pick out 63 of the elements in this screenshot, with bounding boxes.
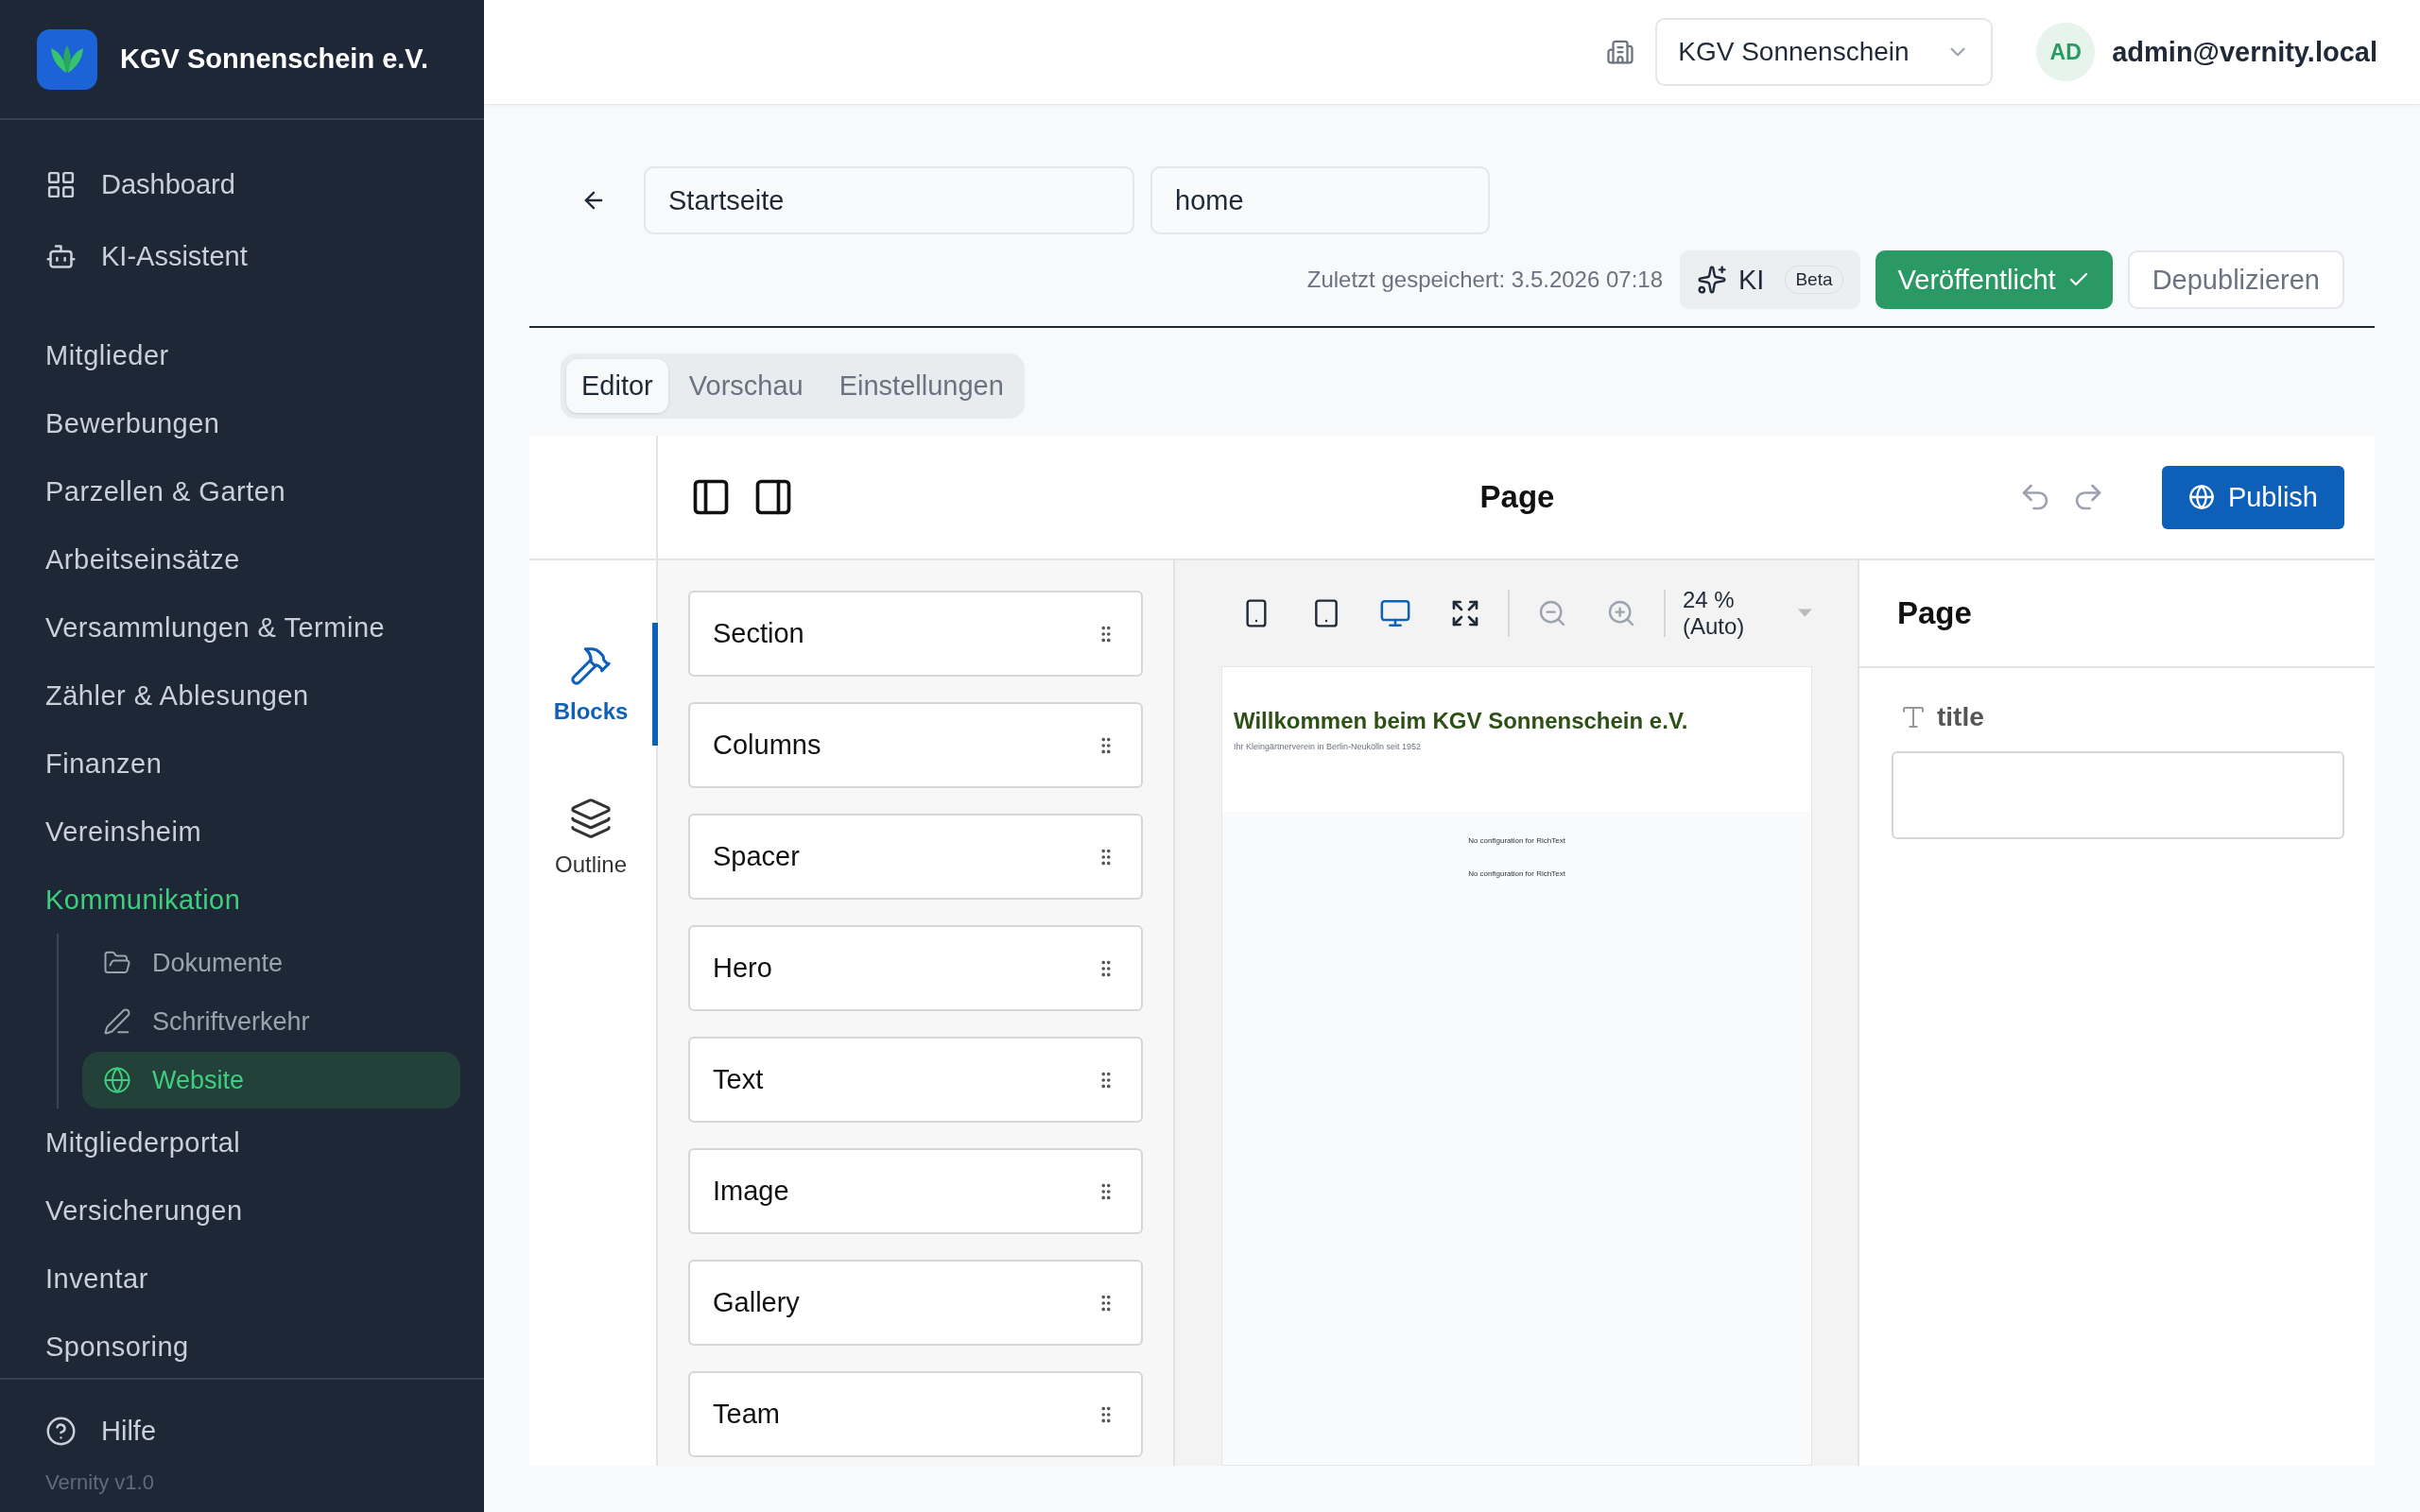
last-saved-text: Zuletzt gespeichert: 3.5.2026 07:18 — [1306, 266, 1664, 293]
nav-subitem[interactable]: Website — [82, 1052, 460, 1108]
globe-icon — [2187, 484, 2215, 510]
sparkles-icon — [1697, 265, 1728, 295]
nav-group[interactable]: Bewerbungen — [0, 389, 484, 457]
nav-subitem[interactable]: Dokumente — [82, 934, 460, 992]
hero-subtitle: Ihr Kleingärtnerverein in Berlin-Neukölln seit 1952 — [1234, 742, 1423, 751]
globe-icon — [103, 1066, 131, 1094]
placeholder-note: No configuration for RichText — [1467, 869, 1566, 878]
nav-group[interactable]: Zähler & Ablesungen — [0, 662, 484, 730]
layers-icon — [569, 797, 613, 840]
nav-link[interactable]: Dashboard — [0, 148, 484, 220]
leaf-logo-icon — [37, 28, 97, 90]
nav-group[interactable]: Arbeitseinsätze — [0, 525, 484, 593]
block-item[interactable]: Text — [688, 1037, 1143, 1123]
brand-name: KGV Sonnenschein e.V. — [120, 43, 429, 75]
placeholder-note: No configuration for RichText — [1467, 836, 1566, 845]
block-item[interactable]: Hero — [688, 925, 1143, 1011]
field-label: title — [1937, 702, 1984, 732]
title-input[interactable] — [1892, 751, 2344, 839]
nav-group[interactable]: Sponsoring — [0, 1313, 484, 1378]
editor-title: Page — [1479, 479, 1555, 515]
publish-button[interactable]: Publish — [2161, 465, 2344, 529]
nav-group[interactable]: Mitgliederportal — [0, 1108, 484, 1177]
nav-group[interactable]: Parzellen & Garten — [0, 457, 484, 525]
tab[interactable]: Editor — [566, 359, 668, 413]
nav-subitem[interactable]: Schriftverkehr — [82, 992, 460, 1051]
block-item[interactable]: Team — [688, 1371, 1143, 1457]
nav-group[interactable]: Vereinsheim — [0, 798, 484, 866]
unpublish-button[interactable]: Depublizieren — [2127, 250, 2344, 309]
caret-icon — [1798, 609, 1813, 618]
nav-group[interactable]: Finanzen — [0, 730, 484, 798]
nav-link[interactable]: KI-Assistent — [0, 220, 484, 292]
nav-group[interactable]: Mitglieder — [0, 321, 484, 389]
help-icon — [45, 1415, 77, 1447]
tab[interactable]: Einstellungen — [823, 359, 1019, 413]
building-icon — [1606, 38, 1635, 66]
title-field[interactable]: Startseite — [644, 166, 1134, 234]
nav-group[interactable]: Kommunikation — [0, 866, 484, 934]
zoom-select[interactable]: 24 % (Auto) — [1683, 587, 1813, 640]
slug-field[interactable]: home — [1150, 166, 1490, 234]
user-email: admin@vernity.local — [2112, 36, 2377, 68]
block-item[interactable]: Columns — [688, 702, 1143, 788]
rail-tab[interactable]: Outline — [529, 776, 658, 899]
expand-icon — [1450, 598, 1480, 628]
block-item[interactable]: Section — [688, 591, 1143, 677]
block-item[interactable]: Gallery — [688, 1260, 1143, 1346]
block-item[interactable]: Image — [688, 1148, 1143, 1234]
nav-group[interactable]: Versammlungen & Termine — [0, 593, 484, 662]
monitor-icon — [1379, 597, 1412, 629]
ai-button[interactable]: KI Beta — [1680, 250, 1860, 309]
nav-group[interactable]: Inventar — [0, 1245, 484, 1313]
published-button[interactable]: Veröffentlicht — [1875, 250, 2113, 309]
version-label: Vernity v1.0 — [44, 1470, 155, 1495]
tab[interactable]: Vorschau — [673, 359, 819, 413]
block-item[interactable]: Spacer — [688, 814, 1143, 900]
organization-select[interactable]: KGV Sonnenschein — [1655, 18, 1994, 86]
panel-title: Page — [1859, 560, 2375, 668]
pen-icon — [103, 1007, 131, 1036]
beta-badge: Beta — [1785, 266, 1843, 294]
help-link[interactable]: Hilfe — [0, 1404, 484, 1457]
hero-heading: Willkommen beim KGV Sonnenschein e.V. — [1234, 708, 1689, 734]
nav-group[interactable]: Versicherungen — [0, 1177, 484, 1245]
